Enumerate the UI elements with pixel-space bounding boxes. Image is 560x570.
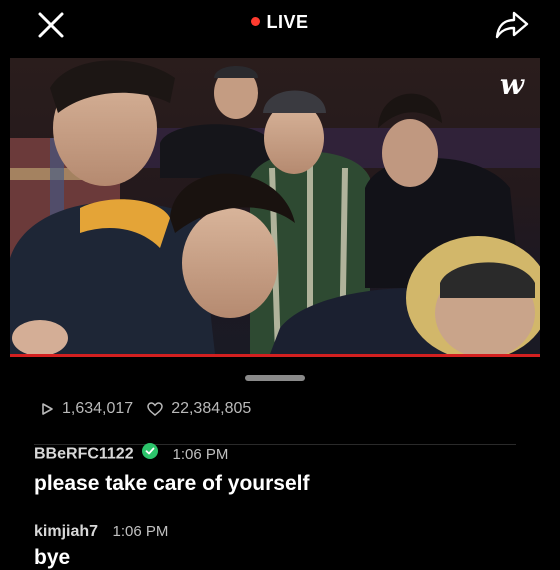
share-button[interactable] [494, 8, 530, 42]
top-bar: LIVE [0, 0, 560, 50]
heart-icon [147, 402, 163, 416]
likes-stat: 22,384,805 [147, 400, 251, 418]
share-icon [495, 11, 529, 39]
verified-badge-icon [142, 443, 159, 464]
drag-handle[interactable] [245, 375, 305, 381]
live-video[interactable]: w [10, 58, 540, 354]
comment-time: 1:06 PM [172, 445, 229, 463]
views-count: 1,634,017 [62, 400, 134, 417]
video-frame-image [10, 60, 540, 354]
live-label: LIVE [266, 12, 309, 32]
likes-count: 22,384,805 [171, 400, 252, 417]
comment-time: 1:06 PM [112, 523, 169, 540]
comment-username[interactable]: BBeRFC1122 [34, 446, 134, 463]
comment-message: bye [34, 546, 71, 569]
play-icon [42, 403, 53, 415]
video-progress-bar [10, 354, 540, 357]
comment-username[interactable]: kimjiah7 [34, 523, 98, 540]
weverse-logo: w [499, 68, 524, 101]
comment-header: kimjiah7 1:06 PM [34, 523, 168, 541]
views-stat: 1,634,017 [40, 400, 133, 418]
live-indicator: LIVE [0, 12, 560, 33]
live-dot-icon [251, 16, 261, 26]
stats-row: 1,634,017 22,384,805 [40, 400, 265, 418]
comment-message: please take care of yourself [34, 472, 310, 495]
comment-header: BBeRFC1122 1:06 PM [34, 443, 229, 465]
